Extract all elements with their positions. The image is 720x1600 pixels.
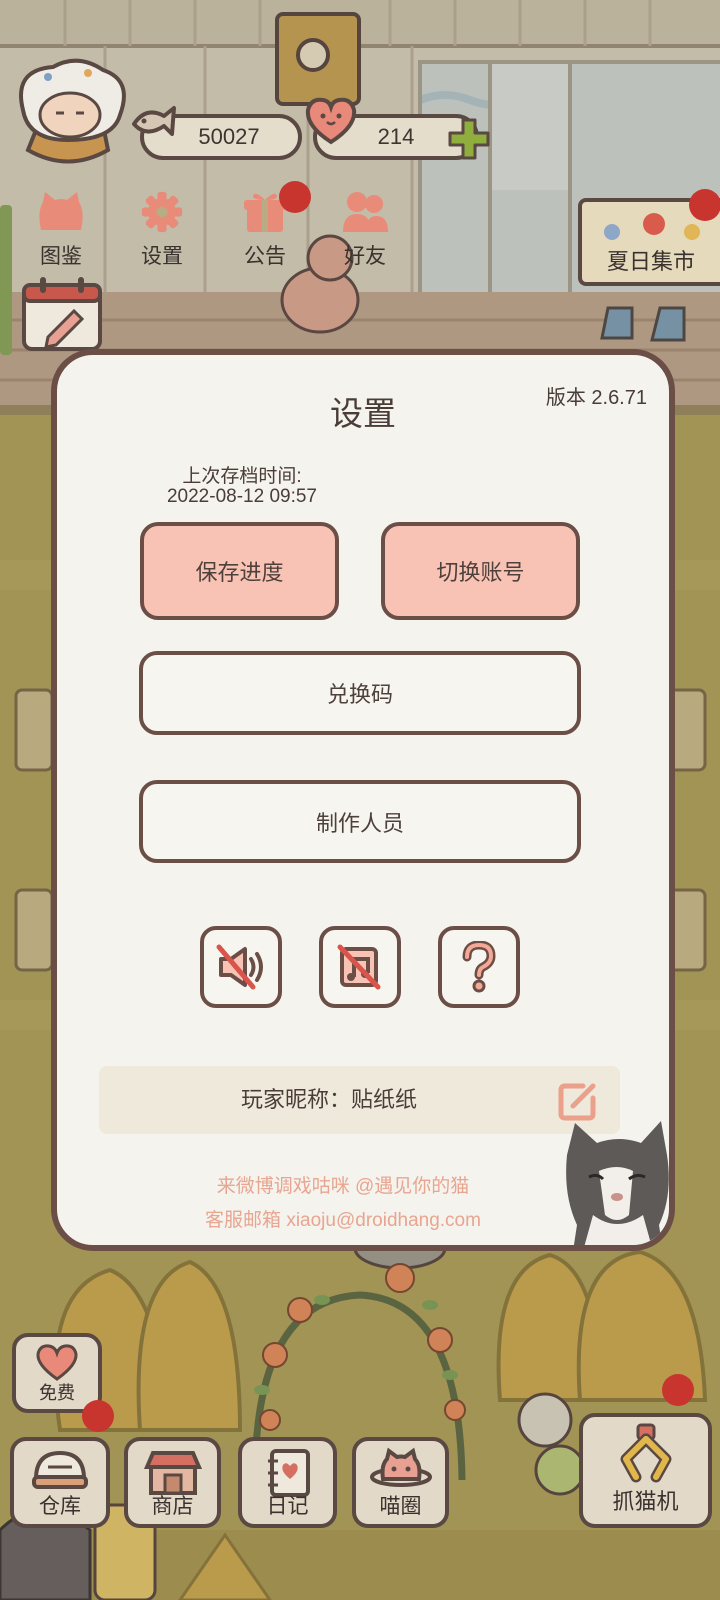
cat-circle-button[interactable]: 喵圈	[352, 1437, 449, 1528]
last-save-time: 2022-08-12 09:57	[166, 486, 317, 507]
storage-label: 仓库	[39, 1495, 81, 1518]
menu-label-friends: 好友	[344, 245, 386, 268]
version-label: 版本 2.6.71	[545, 387, 647, 409]
music-toggle-button[interactable]	[319, 926, 401, 1008]
free-button[interactable]: 免费	[12, 1333, 102, 1413]
storage-badge	[82, 1400, 114, 1432]
claw-icon	[620, 1423, 671, 1483]
player-avatar[interactable]	[8, 55, 134, 170]
event-sign-label: 夏日集市	[606, 249, 695, 274]
redeem-code-button[interactable]: 兑换码	[139, 651, 581, 735]
claw-machine-button[interactable]: 抓猫机	[579, 1413, 712, 1528]
heart-face-icon	[305, 97, 357, 145]
music-muted-icon	[337, 944, 381, 990]
diary-label: 日记	[266, 1495, 309, 1518]
calendar-icon[interactable]	[20, 275, 104, 353]
fish-icon	[132, 106, 176, 136]
diary-button[interactable]: 日记	[238, 1437, 337, 1528]
cat-photo	[566, 1121, 669, 1245]
help-icon	[462, 941, 496, 993]
avatar-image	[19, 58, 126, 164]
menu-label-announcements: 公告	[244, 245, 286, 268]
shop-button[interactable]: 商店	[124, 1437, 221, 1528]
weibo-link[interactable]: 来微博调戏咕咪 @遇见你的猫	[57, 1171, 629, 1198]
menu-item-collection[interactable]: 图鉴	[21, 190, 101, 270]
claw-machine-label: 抓猫机	[612, 1489, 679, 1514]
event-sign-badge	[689, 189, 720, 221]
sound-toggle-button[interactable]	[200, 926, 282, 1008]
heart-icon	[36, 1344, 78, 1381]
menu-item-friends[interactable]: 好友	[325, 190, 405, 270]
cat-head-icon	[39, 192, 83, 230]
shop-label: 商店	[151, 1495, 194, 1518]
plus-icon[interactable]	[446, 116, 492, 162]
announcements-badge	[279, 181, 311, 213]
credits-button[interactable]: 制作人员	[139, 780, 581, 863]
cat-circle-label: 喵圈	[379, 1495, 422, 1518]
friends-icon	[343, 192, 388, 232]
menu-item-settings[interactable]: 设置	[122, 190, 202, 270]
sound-muted-icon	[216, 944, 263, 990]
help-button[interactable]	[438, 926, 520, 1008]
storage-button[interactable]: 仓库	[10, 1437, 110, 1528]
save-progress-button[interactable]: 保存进度	[140, 522, 339, 620]
free-label: 免费	[39, 1383, 75, 1403]
support-email-link[interactable]: 客服邮箱 xiaoju@droidhang.com	[57, 1205, 629, 1232]
settings-dialog: 设置 版本 2.6.71 上次存档时间: 2022-08-12 09:57 保存…	[51, 349, 675, 1251]
nickname-bar: 玩家昵称：贴纸纸	[99, 1066, 620, 1134]
fish-count: 50027	[198, 124, 260, 149]
menu-label-collection: 图鉴	[40, 245, 82, 268]
claw-machine-badge	[662, 1374, 694, 1406]
switch-account-button[interactable]: 切换账号	[381, 522, 580, 620]
heart-count: 214	[377, 124, 415, 149]
menu-label-settings: 设置	[141, 245, 183, 268]
last-save-label: 上次存档时间:	[182, 466, 302, 487]
gear-icon	[141, 191, 183, 233]
nickname-text: 玩家昵称：贴纸纸	[240, 1087, 417, 1112]
